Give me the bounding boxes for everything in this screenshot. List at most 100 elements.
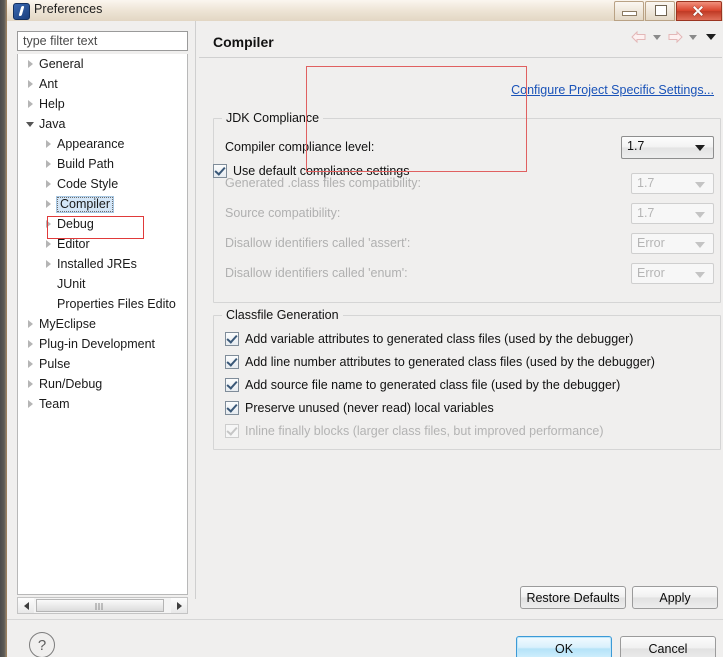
sidebar-item-plug-in-development[interactable]: Plug-in Development — [18, 334, 187, 354]
sidebar-item-label: Appearance — [57, 137, 125, 151]
window-title: Preferences — [34, 2, 103, 16]
checkbox-add-source-file-name-to-generated-class-file[interactable]: Add source file name to generated class … — [225, 375, 620, 395]
sidebar-item-pulse[interactable]: Pulse — [18, 354, 187, 374]
forward-icon[interactable] — [666, 29, 684, 45]
sidebar-item-label: Installed JREs — [57, 257, 137, 271]
minimize-button[interactable] — [614, 1, 644, 21]
checkbox-add-line-number-attributes-to-generated-class-files[interactable]: Add line number attributes to generated … — [225, 352, 655, 372]
expand-toggle[interactable] — [42, 134, 56, 154]
chevron-down-icon[interactable] — [26, 122, 34, 127]
checkbox-add-variable-attributes-to-generated-class-files[interactable]: Add variable attributes to generated cla… — [225, 329, 633, 349]
checkbox-icon — [225, 378, 239, 392]
sidebar-item-compiler[interactable]: Compiler — [18, 194, 187, 214]
sidebar-item-debug[interactable]: Debug — [18, 214, 187, 234]
title-bar: Preferences — [7, 0, 723, 22]
close-button[interactable] — [676, 1, 722, 21]
preferences-tree[interactable]: General Ant Help Java Appearance Build Path Co… — [17, 54, 188, 595]
chevron-down-icon — [695, 242, 705, 248]
expand-toggle[interactable] — [42, 174, 56, 194]
expand-toggle[interactable] — [24, 354, 38, 374]
screenshot-root: Preferences type filter text General Ant H… — [0, 0, 723, 657]
sidebar-item-editor[interactable]: Editor — [18, 234, 187, 254]
tree-horizontal-scrollbar[interactable] — [17, 597, 188, 614]
ok-button[interactable]: OK — [516, 636, 612, 657]
classfile-generation-group: Classfile Generation Add variable attrib… — [213, 308, 721, 450]
compiler-compliance-level-select[interactable]: 1.7 — [621, 136, 714, 159]
expand-toggle[interactable] — [24, 54, 38, 74]
use-default-compliance-settings-label: Use default compliance settings — [233, 164, 410, 178]
chevron-right-icon[interactable] — [46, 200, 51, 208]
view-menu-icon[interactable] — [706, 34, 716, 40]
title-divider — [199, 57, 722, 58]
help-icon[interactable]: ? — [29, 632, 55, 657]
sidebar-item-team[interactable]: Team — [18, 394, 187, 414]
sidebar-item-label: Run/Debug — [39, 377, 103, 391]
source-compatibility-select: 1.7 — [631, 203, 714, 224]
generated-class-files-compatibility-select: 1.7 — [631, 173, 714, 194]
restore-defaults-button[interactable]: Restore Defaults — [520, 586, 626, 609]
scrollbar-thumb[interactable] — [36, 599, 164, 612]
checkbox-icon — [225, 424, 239, 438]
checkbox-preserve-unused[interactable]: Preserve unused (never read) local varia… — [225, 398, 494, 418]
configure-project-specific-settings-link[interactable]: Configure Project Specific Settings... — [511, 83, 714, 97]
chevron-right-icon[interactable] — [28, 100, 33, 108]
sidebar-item-general[interactable]: General — [18, 54, 187, 74]
chevron-right-icon[interactable] — [28, 340, 33, 348]
search-input[interactable]: type filter text — [17, 31, 188, 51]
expand-toggle[interactable] — [24, 374, 38, 394]
checkbox-icon — [213, 164, 227, 178]
chevron-right-icon[interactable] — [46, 260, 51, 268]
chevron-right-icon[interactable] — [28, 360, 33, 368]
sidebar-item-junit[interactable]: JUnit — [18, 274, 187, 294]
sidebar-item-java[interactable]: Java — [18, 114, 187, 134]
chevron-right-icon[interactable] — [28, 320, 33, 328]
sidebar-item-myeclipse[interactable]: MyEclipse — [18, 314, 187, 334]
sidebar-item-code-style[interactable]: Code Style — [18, 174, 187, 194]
expand-toggle[interactable] — [24, 314, 38, 334]
expand-toggle[interactable] — [24, 394, 38, 414]
apply-button[interactable]: Apply — [632, 586, 718, 609]
expand-toggle[interactable] — [42, 194, 56, 214]
forward-dropdown-icon[interactable] — [689, 34, 697, 40]
row-source-compatibility: Source compatibility: 1.7 — [214, 201, 722, 227]
chevron-down-icon — [695, 272, 705, 278]
scroll-right-arrow-icon[interactable] — [171, 598, 187, 613]
expand-toggle[interactable] — [42, 214, 56, 234]
chevron-right-icon[interactable] — [46, 180, 51, 188]
cancel-button[interactable]: Cancel — [620, 636, 716, 657]
sidebar-item-installed-jres[interactable]: Installed JREs — [18, 254, 187, 274]
expand-toggle[interactable] — [42, 154, 56, 174]
sidebar-item-properties-files-edito[interactable]: Properties Files Edito — [18, 294, 187, 314]
chevron-right-icon[interactable] — [28, 80, 33, 88]
checkbox-icon — [225, 355, 239, 369]
maximize-button[interactable] — [645, 1, 675, 21]
back-dropdown-icon[interactable] — [653, 34, 661, 40]
expand-toggle[interactable] — [24, 94, 38, 114]
chevron-right-icon[interactable] — [28, 60, 33, 68]
chevron-right-icon[interactable] — [46, 220, 51, 228]
expand-toggle[interactable] — [42, 234, 56, 254]
expand-toggle[interactable] — [24, 334, 38, 354]
scroll-left-arrow-icon[interactable] — [18, 598, 34, 613]
compiler-compliance-level-row: Compiler compliance level: 1.7 — [214, 135, 722, 161]
eclipse-icon — [13, 3, 30, 20]
chevron-right-icon[interactable] — [46, 240, 51, 248]
chevron-right-icon[interactable] — [46, 140, 51, 148]
sidebar-item-help[interactable]: Help — [18, 94, 187, 114]
sidebar-item-appearance[interactable]: Appearance — [18, 134, 187, 154]
chevron-right-icon[interactable] — [46, 160, 51, 168]
sidebar-item-run-debug[interactable]: Run/Debug — [18, 374, 187, 394]
sidebar-item-ant[interactable]: Ant — [18, 74, 187, 94]
sidebar-item-label: General — [39, 57, 84, 71]
chevron-right-icon[interactable] — [28, 380, 33, 388]
expand-toggle[interactable] — [24, 74, 38, 94]
chevron-right-icon[interactable] — [28, 400, 33, 408]
collapse-toggle[interactable] — [24, 114, 38, 134]
sidebar-item-label: Build Path — [57, 157, 114, 171]
sidebar-item-label: Ant — [39, 77, 58, 91]
sidebar-item-build-path[interactable]: Build Path — [18, 154, 187, 174]
use-default-compliance-settings-checkbox[interactable]: Use default compliance settings — [213, 161, 409, 181]
back-icon[interactable] — [630, 29, 648, 45]
expand-toggle[interactable] — [42, 254, 56, 274]
